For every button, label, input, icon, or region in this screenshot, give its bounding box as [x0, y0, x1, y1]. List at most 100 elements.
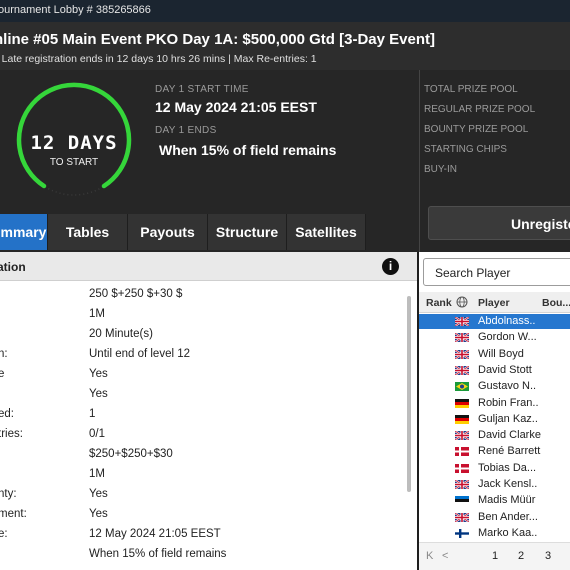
player-name: Gustavo N.. — [478, 380, 537, 393]
info-row: 20 Minute(s) — [0, 325, 405, 345]
unregister-button-label: Unregiste — [511, 216, 570, 232]
info-heading: ation — [0, 260, 26, 274]
total-prize-pool-label: TOTAL PRIZE POOL — [424, 84, 518, 95]
country-flag-icon — [455, 414, 469, 424]
unregister-button[interactable]: Unregiste — [428, 206, 570, 240]
info-scrollbar[interactable] — [407, 296, 411, 492]
player-name: David Clarke — [478, 429, 541, 442]
info-value: $250+$250+$30 — [89, 448, 173, 460]
country-flag-icon — [455, 512, 469, 522]
hero-divider — [419, 70, 420, 252]
page-link[interactable]: 2 — [518, 550, 524, 562]
player-name: Abdolnass.. — [478, 315, 536, 327]
day1-ends-label: DAY 1 ENDS — [155, 125, 217, 136]
info-value: 1 — [89, 408, 96, 420]
player-row[interactable]: Will Boyd — [419, 347, 570, 362]
info-row: e: 12 May 2024 21:05 EEST — [0, 525, 405, 545]
player-name: Will Boyd — [478, 347, 524, 360]
first-page-icon[interactable]: K — [426, 550, 433, 562]
player-name: Tobias Da... — [478, 461, 537, 474]
player-name: David Stott — [478, 363, 532, 376]
player-name: René Barrett — [478, 445, 541, 458]
tournament-header: nline #05 Main Event PKO Day 1A: $500,00… — [0, 22, 570, 70]
info-value: Yes — [89, 508, 108, 520]
info-row: Yes — [0, 385, 405, 405]
player-row[interactable]: Ben Ander... — [419, 510, 570, 525]
tab-tables[interactable]: Tables — [48, 214, 128, 250]
info-value: 0/1 — [89, 428, 105, 440]
info-value: Until end of level 12 — [89, 348, 191, 360]
info-value: Yes — [89, 488, 108, 500]
info-value: 20 Minute(s) — [89, 328, 153, 340]
info-row: 1M — [0, 465, 405, 485]
info-value: 250 $+250 $+30 $ — [89, 288, 183, 300]
day1-start-value: 12 May 2024 21:05 EEST — [155, 99, 317, 115]
player-name: Gordon W... — [478, 331, 537, 344]
player-row[interactable]: David Clarke — [419, 428, 570, 443]
player-row[interactable]: Marko Kaa.. — [419, 526, 570, 541]
tournament-title: nline #05 Main Event PKO Day 1A: $500,00… — [0, 31, 435, 48]
page-link[interactable]: 3 — [545, 550, 551, 562]
country-flag-icon — [455, 365, 469, 375]
tab-structure[interactable]: Structure — [208, 214, 287, 250]
country-flag-icon — [455, 382, 469, 392]
player-list-panel: Search Player Rank Player Bou... Abdolna… — [419, 252, 570, 570]
bounty-column-header[interactable]: Bou... — [542, 297, 570, 309]
window-title: ournament Lobby # 385265866 — [0, 4, 151, 16]
info-header: ation i — [0, 252, 417, 281]
player-column-header[interactable]: Player — [478, 297, 510, 309]
regular-prize-pool-label: REGULAR PRIZE POOL — [424, 104, 536, 115]
player-row[interactable]: Tobias Da... — [419, 461, 570, 476]
country-flag-icon — [455, 349, 469, 359]
player-row[interactable]: Guljan Kaz.. — [419, 412, 570, 427]
country-flag-icon — [455, 447, 469, 457]
tab-satellites[interactable]: Satellites — [287, 214, 366, 250]
country-flag-icon — [455, 333, 469, 343]
player-pager: K < 1 2 3 — [419, 542, 570, 570]
tournament-info-panel: ation i 250 $+250 $+30 $ 1M 20 Minute(s)… — [0, 252, 417, 570]
player-row[interactable]: Gordon W... — [419, 330, 570, 345]
country-flag-icon — [455, 317, 469, 326]
info-row: ment: Yes — [0, 505, 405, 525]
player-row[interactable]: David Stott — [419, 363, 570, 378]
tab-summary[interactable]: mmary — [0, 214, 48, 250]
info-key: tries: — [0, 428, 23, 440]
player-row[interactable]: Jack Kensl.. — [419, 477, 570, 492]
info-row: $250+$250+$30 — [0, 445, 405, 465]
info-icon[interactable]: i — [382, 258, 399, 275]
search-player-placeholder: Search Player — [435, 266, 511, 280]
info-row: tries: 0/1 — [0, 425, 405, 445]
country-flag-icon — [455, 431, 469, 441]
info-key: nty: — [0, 488, 17, 500]
search-player-input[interactable]: Search Player — [423, 258, 570, 286]
countdown-caption: TO START — [49, 157, 99, 168]
buy-in-label: BUY-IN — [424, 164, 457, 175]
tournament-subtitle: | Late registration ends in 12 days 10 h… — [0, 53, 317, 65]
country-flag-icon — [455, 398, 469, 408]
info-row: e Yes — [0, 365, 405, 385]
country-flag-icon — [455, 463, 469, 473]
info-row: nty: Yes — [0, 485, 405, 505]
country-flag-icon — [455, 480, 469, 489]
player-row[interactable]: René Barrett — [419, 444, 570, 459]
starting-chips-label: STARTING CHIPS — [424, 144, 507, 155]
info-row: 1M — [0, 305, 405, 325]
player-row[interactable]: Gustavo N.. — [419, 379, 570, 394]
rank-column-header[interactable]: Rank — [426, 297, 452, 309]
countdown-days: 12 DAYS — [30, 132, 118, 154]
window-titlebar: ournament Lobby # 385265866 — [0, 0, 570, 22]
page-link[interactable]: 1 — [492, 550, 498, 562]
player-list-header: Rank Player Bou... — [419, 292, 570, 313]
player-name: Robin Fran.. — [478, 396, 539, 409]
bounty-prize-pool-label: BOUNTY PRIZE POOL — [424, 124, 529, 135]
player-row[interactable]: Robin Fran.. — [419, 396, 570, 411]
prev-page-icon[interactable]: < — [442, 550, 448, 562]
player-row[interactable]: Madis Müür — [419, 493, 570, 508]
tab-payouts[interactable]: Payouts — [128, 214, 208, 250]
player-row[interactable]: Abdolnass.. — [419, 314, 570, 329]
info-value: Yes — [89, 368, 108, 380]
player-name: Ben Ander... — [478, 510, 538, 523]
info-row: n: Until end of level 12 — [0, 345, 405, 365]
info-value: 1M — [89, 468, 105, 480]
player-name: Marko Kaa.. — [478, 526, 538, 539]
